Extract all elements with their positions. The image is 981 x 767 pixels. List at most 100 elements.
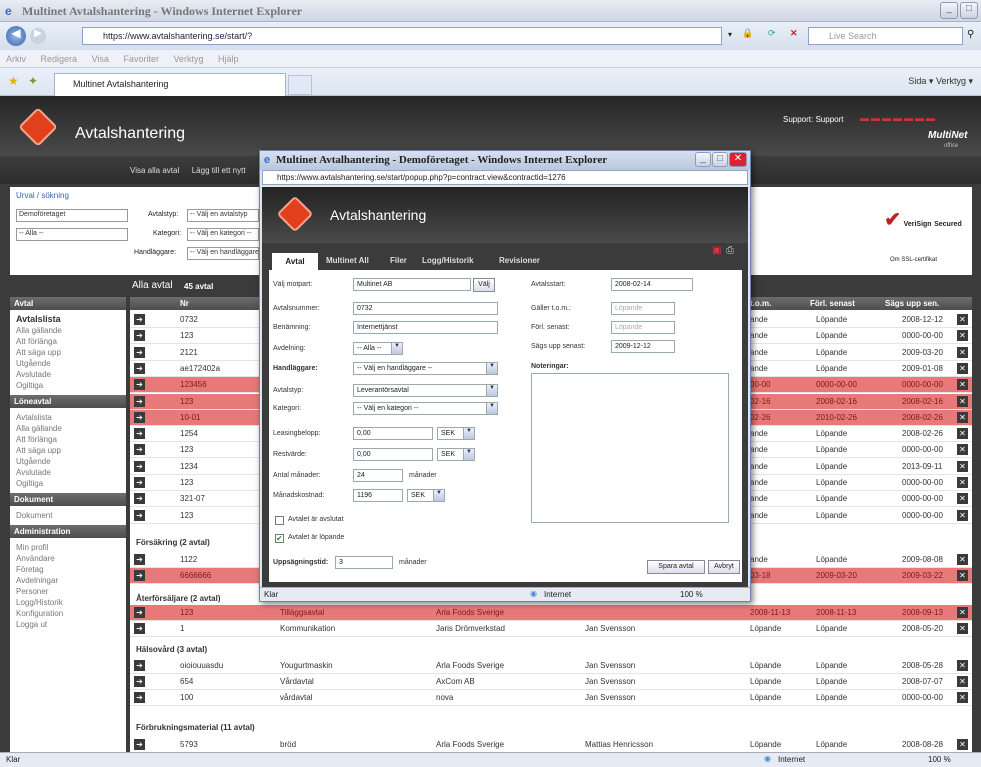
company-select[interactable]: Demoföretaget bbox=[16, 209, 128, 222]
open-icon[interactable]: ➔ bbox=[134, 314, 145, 325]
forward-button[interactable]: ▶ bbox=[30, 28, 46, 44]
leasing-input[interactable]: 0,00 bbox=[353, 427, 433, 440]
table-row[interactable]: ➔ 123 Tilläggsavtal Arla Foods Sverige 2008-… bbox=[130, 605, 972, 621]
popup-zoom[interactable]: 100 % bbox=[680, 590, 703, 599]
open-icon[interactable]: ➔ bbox=[134, 676, 145, 687]
lock-icon[interactable]: 🔒 bbox=[742, 28, 753, 39]
open-icon[interactable]: ➔ bbox=[134, 362, 145, 374]
antal-input[interactable]: 24 bbox=[353, 469, 403, 482]
table-row[interactable]: ➔ 654 Vårdavtal AxCom AB Jan Svensson Löpande… bbox=[130, 674, 972, 690]
sidebar-item[interactable]: Avtalslista bbox=[10, 408, 126, 423]
menu-hjalp[interactable]: Hjälp bbox=[218, 54, 239, 64]
pdf-icon[interactable]: ▣ bbox=[712, 245, 721, 256]
kategori-select[interactable]: -- Välj en kategori -- ▼ bbox=[353, 402, 498, 415]
open-icon[interactable]: ➔ bbox=[134, 411, 145, 423]
menu-redigera[interactable]: Redigera bbox=[41, 54, 78, 64]
delete-icon[interactable]: ✕ bbox=[957, 379, 968, 391]
restvarde-currency[interactable]: SEK ▼ bbox=[437, 448, 475, 461]
open-icon[interactable]: ➔ bbox=[134, 330, 145, 342]
tab-avtal[interactable]: Avtal bbox=[272, 253, 318, 270]
open-icon[interactable]: ➔ bbox=[134, 493, 145, 505]
sidebar-item[interactable]: Användare bbox=[10, 553, 126, 564]
open-icon[interactable]: ➔ bbox=[134, 554, 145, 565]
delete-icon[interactable]: ✕ bbox=[957, 314, 968, 325]
sidebar-item[interactable]: Logga ut bbox=[10, 619, 126, 630]
sidebar-item[interactable]: Att förlänga bbox=[10, 434, 126, 445]
delete-icon[interactable]: ✕ bbox=[957, 395, 968, 407]
popup-minimize-button[interactable]: _ bbox=[695, 152, 711, 167]
sidebar-item-avtalslista[interactable]: Avtalslista bbox=[10, 310, 126, 325]
maximize-button[interactable]: □ bbox=[960, 2, 978, 19]
delete-icon[interactable]: ✕ bbox=[957, 411, 968, 423]
delete-icon[interactable]: ✕ bbox=[957, 607, 968, 618]
handler-select[interactable]: -- Välj en handläggare bbox=[187, 247, 259, 260]
table-row[interactable]: ➔ 100 vårdavtal nova Jan Svensson Löpande Löpa… bbox=[130, 690, 972, 706]
delete-icon[interactable]: ✕ bbox=[957, 477, 968, 488]
verisign-badge[interactable]: ✔ VeriSign Secured bbox=[878, 207, 968, 247]
delete-icon[interactable]: ✕ bbox=[957, 493, 968, 505]
favorites-star-icon[interactable]: ★ bbox=[8, 74, 19, 88]
refresh-icon[interactable]: ⟳ bbox=[768, 28, 776, 39]
open-icon[interactable]: ➔ bbox=[134, 509, 145, 521]
benamning-input[interactable]: Internettjänst bbox=[353, 321, 498, 334]
sidebar-item[interactable]: Företag bbox=[10, 564, 126, 575]
delete-icon[interactable]: ✕ bbox=[957, 444, 968, 456]
popup-close-button[interactable]: ✕ bbox=[729, 152, 747, 167]
avdelning-select[interactable]: -- Alla -- ▼ bbox=[353, 342, 403, 355]
open-icon[interactable]: ➔ bbox=[134, 739, 145, 750]
sidebar-item[interactable]: Dokument bbox=[10, 506, 126, 521]
print-icon[interactable]: ⎙ bbox=[726, 245, 734, 256]
delete-icon[interactable]: ✕ bbox=[957, 739, 968, 750]
tab-logg[interactable]: Logg/Historik bbox=[422, 256, 474, 265]
sidebar-item[interactable]: Personer bbox=[10, 586, 126, 597]
nav-show-all[interactable]: Visa alla avtal bbox=[130, 166, 179, 175]
dropdown-icon[interactable]: ▾ bbox=[728, 30, 732, 39]
add-favorite-icon[interactable]: ✦ bbox=[28, 74, 38, 88]
ssl-link[interactable]: Om SSL-certifikat bbox=[890, 257, 937, 263]
open-icon[interactable]: ➔ bbox=[134, 379, 145, 391]
delete-icon[interactable]: ✕ bbox=[957, 428, 968, 440]
sidebar-item[interactable]: Att förlänga bbox=[10, 336, 126, 347]
delete-icon[interactable]: ✕ bbox=[957, 692, 968, 703]
avtnr-input[interactable]: 0732 bbox=[353, 302, 498, 315]
toolbar-tools[interactable]: Sida ▾ Verktyg ▾ bbox=[908, 76, 973, 87]
open-icon[interactable]: ➔ bbox=[134, 444, 145, 456]
sidebar-item[interactable]: Alla gällande bbox=[10, 325, 126, 336]
delete-icon[interactable]: ✕ bbox=[957, 460, 968, 472]
delete-icon[interactable]: ✕ bbox=[957, 660, 968, 671]
delete-icon[interactable]: ✕ bbox=[957, 346, 968, 358]
browser-tab[interactable]: Multinet Avtalshantering bbox=[54, 73, 286, 96]
search-icon[interactable]: ⚲ bbox=[967, 29, 974, 40]
open-icon[interactable]: ➔ bbox=[134, 660, 145, 671]
sidebar-item[interactable]: Konfiguration bbox=[10, 608, 126, 619]
restvarde-input[interactable]: 0,00 bbox=[353, 448, 433, 461]
sidebar-item[interactable]: Ogiltiga bbox=[10, 478, 126, 489]
support-link[interactable]: Support: Support bbox=[783, 115, 843, 124]
sidebar-item[interactable]: Utgående bbox=[10, 456, 126, 467]
menu-favoriter[interactable]: Favoriter bbox=[123, 54, 159, 64]
open-icon[interactable]: ➔ bbox=[134, 346, 145, 358]
open-icon[interactable]: ➔ bbox=[134, 460, 145, 472]
tab-filer[interactable]: Filer bbox=[390, 256, 407, 265]
popup-maximize-button[interactable]: □ bbox=[712, 152, 728, 167]
noteringar-textarea[interactable] bbox=[531, 373, 729, 523]
delete-icon[interactable]: ✕ bbox=[957, 554, 968, 565]
sidebar-item[interactable]: Ogiltiga bbox=[10, 380, 126, 391]
forl-input[interactable]: Löpande bbox=[611, 321, 675, 334]
handlaggare-select[interactable]: -- Välj en handläggare -- ▼ bbox=[353, 362, 498, 375]
tab-revisioner[interactable]: Revisioner bbox=[499, 256, 540, 265]
sidebar-item[interactable]: Avslutade bbox=[10, 369, 126, 380]
sidebar-item[interactable]: Avslutade bbox=[10, 467, 126, 478]
popup-url[interactable]: https://www.avtalshantering.se/start/pop… bbox=[262, 170, 748, 185]
sidebar-item[interactable]: Logg/Historik bbox=[10, 597, 126, 608]
delete-icon[interactable]: ✕ bbox=[957, 509, 968, 521]
avtalsstart-input[interactable]: 2008-02-14 bbox=[611, 278, 693, 291]
manadskostnad-input[interactable]: 1196 bbox=[353, 489, 403, 502]
delete-icon[interactable]: ✕ bbox=[957, 570, 968, 581]
menu-arkiv[interactable]: Arkiv bbox=[6, 54, 26, 64]
sidebar-item[interactable]: Min profil bbox=[10, 538, 126, 553]
table-row[interactable]: ➔ 5793 bröd Arla Foods Sverige Mattias Henri… bbox=[130, 737, 972, 753]
cancel-button[interactable]: Avbryt bbox=[708, 560, 740, 574]
new-tab-button[interactable] bbox=[288, 75, 312, 95]
col-forl[interactable]: Förl. senast bbox=[810, 299, 855, 308]
